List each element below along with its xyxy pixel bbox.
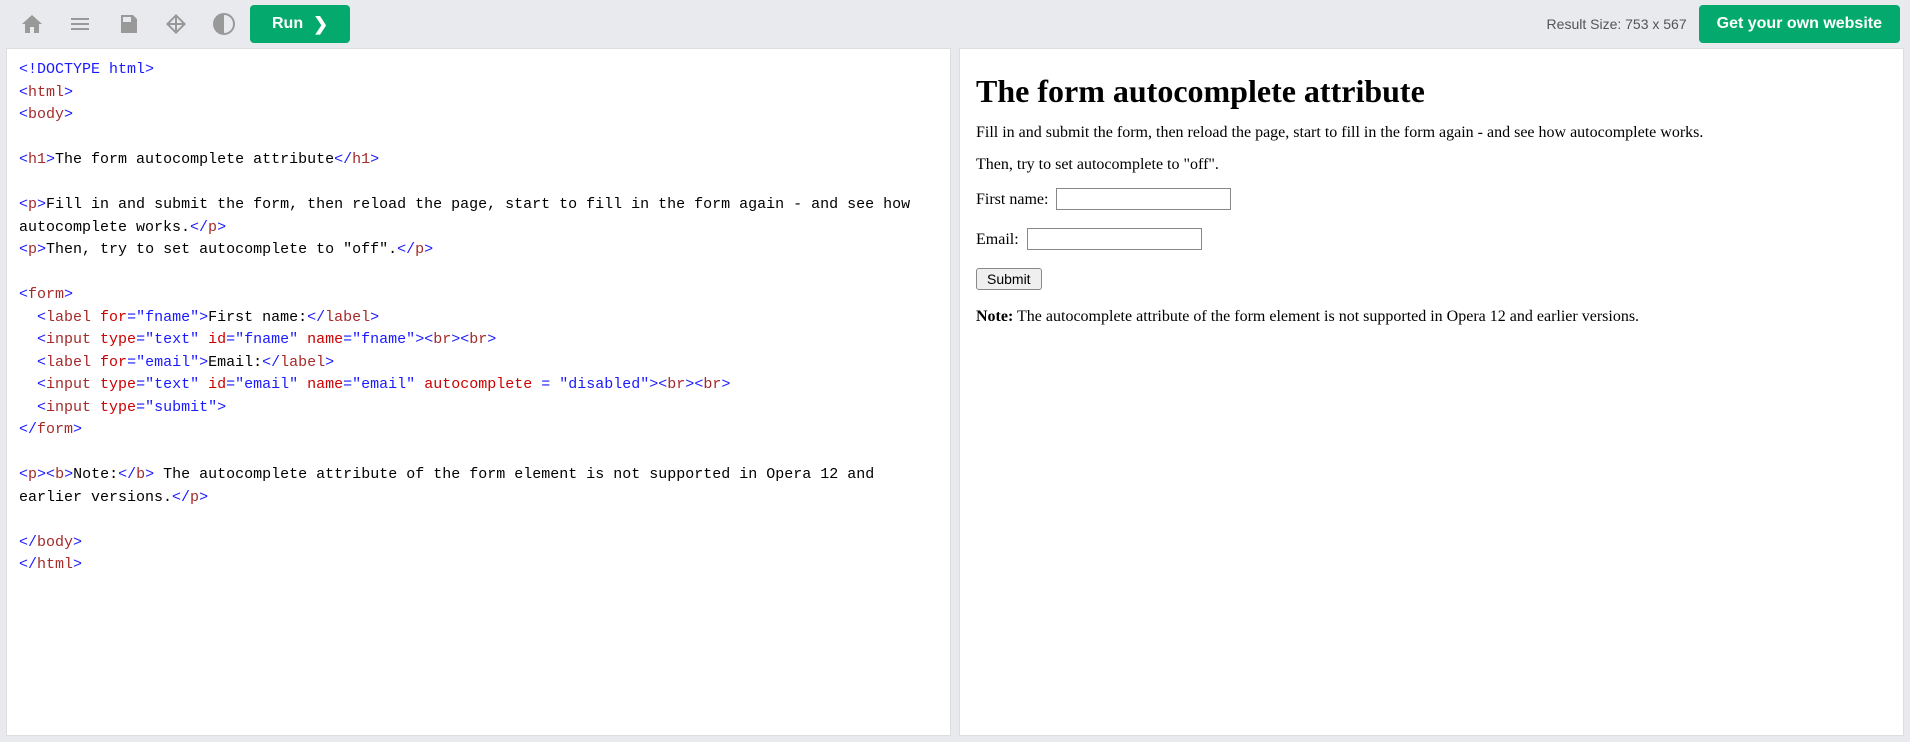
- email-input[interactable]: [1027, 228, 1202, 250]
- save-icon[interactable]: [106, 4, 150, 44]
- preview-heading: The form autocomplete attribute: [976, 73, 1887, 110]
- preview-paragraph-1: Fill in and submit the form, then reload…: [976, 124, 1887, 142]
- submit-button[interactable]: [976, 268, 1042, 290]
- note-bold: Note:: [976, 308, 1013, 325]
- run-button[interactable]: Run ❯: [250, 5, 350, 43]
- form-row-submit: [976, 268, 1887, 290]
- result-size-label: Result Size: 753 x 567: [1547, 16, 1687, 32]
- toolbar: Run ❯ Result Size: 753 x 567 Get your ow…: [0, 0, 1910, 48]
- chevron-right-icon: ❯: [313, 14, 328, 35]
- run-button-label: Run: [272, 15, 303, 33]
- form-row-fname: First name:: [976, 188, 1887, 210]
- preview-paragraph-2: Then, try to set autocomplete to "off".: [976, 156, 1887, 174]
- label-first-name: First name:: [976, 191, 1048, 208]
- preview-form: First name: Email:: [976, 188, 1887, 290]
- preview-note: Note: The autocomplete attribute of the …: [976, 308, 1887, 326]
- toolbar-left: Run ❯: [10, 4, 350, 44]
- toolbar-right: Result Size: 753 x 567 Get your own webs…: [1547, 5, 1900, 43]
- label-email: Email:: [976, 231, 1019, 248]
- workspace: <!DOCTYPE html> <html> <body> <h1>The fo…: [0, 48, 1910, 742]
- get-website-button[interactable]: Get your own website: [1699, 5, 1900, 43]
- result-pane: The form autocomplete attribute Fill in …: [959, 48, 1904, 736]
- home-icon[interactable]: [10, 4, 54, 44]
- theme-icon[interactable]: [202, 4, 246, 44]
- note-text: The autocomplete attribute of the form e…: [1013, 308, 1639, 325]
- code-editor[interactable]: <!DOCTYPE html> <html> <body> <h1>The fo…: [7, 49, 950, 587]
- menu-icon[interactable]: [58, 4, 102, 44]
- orientation-icon[interactable]: [154, 4, 198, 44]
- form-row-email: Email:: [976, 228, 1887, 250]
- code-editor-pane[interactable]: <!DOCTYPE html> <html> <body> <h1>The fo…: [6, 48, 951, 736]
- first-name-input[interactable]: [1056, 188, 1231, 210]
- preview-content: The form autocomplete attribute Fill in …: [960, 49, 1903, 354]
